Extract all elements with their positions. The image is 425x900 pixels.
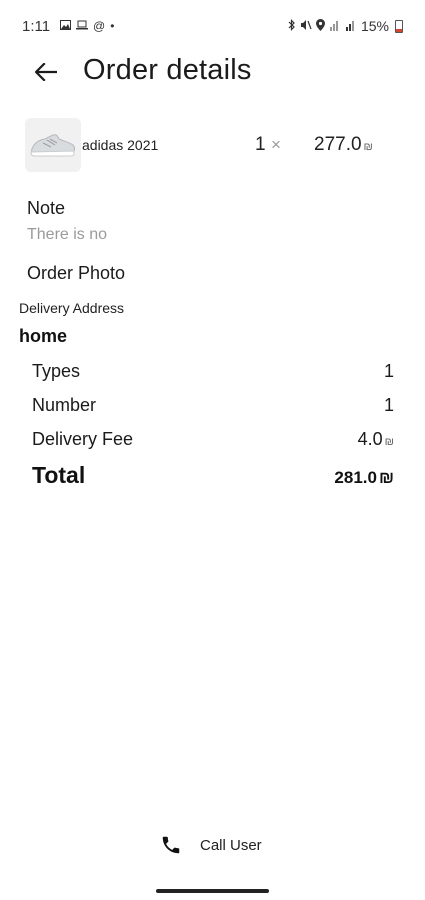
status-right: 15%: [288, 18, 403, 34]
shoe-icon: [30, 134, 75, 157]
status-left-icons: @ •: [60, 19, 114, 33]
number-row: Number 1: [32, 395, 394, 416]
total-label: Total: [32, 462, 86, 488]
call-user-label: Call User: [200, 836, 262, 854]
note-label: Note: [27, 198, 66, 218]
delivery-fee-label: Delivery Fee: [32, 429, 134, 449]
number-label: Number: [32, 395, 97, 415]
app-bar: Order details: [0, 52, 425, 92]
location-icon: [315, 18, 325, 34]
product-quantity: 1: [255, 134, 266, 155]
types-label: Types: [32, 361, 81, 381]
at-icon: @: [93, 19, 106, 33]
status-time: 1:11: [22, 18, 51, 35]
battery-icon: [395, 19, 403, 33]
signal-icon: [345, 19, 357, 34]
product-price-currency: ₪: [363, 141, 373, 153]
bluetooth-icon: [288, 18, 296, 34]
wifi-icon: [329, 19, 341, 34]
product-price-value: 277.0: [314, 134, 362, 155]
product-thumbnail: [25, 118, 81, 172]
total-row: Total 281.0 ₪: [32, 462, 394, 489]
delivery-fee-value: 4.0 ₪: [358, 429, 394, 450]
gallery-icon: [60, 19, 71, 33]
dot-icon: •: [110, 19, 115, 33]
call-user-button[interactable]: Call User: [160, 828, 262, 862]
battery-text: 15%: [360, 18, 389, 34]
home-indicator[interactable]: [156, 889, 269, 893]
back-button[interactable]: [30, 56, 62, 88]
types-value: 1: [383, 361, 394, 381]
number-value: 1: [383, 395, 394, 415]
note-value: There is no: [27, 226, 108, 243]
types-row: Types 1: [32, 361, 394, 382]
delivery-address-value: home: [19, 326, 68, 346]
status-bar: 1:11 @ • 15%: [0, 0, 425, 52]
phone-icon: [162, 836, 180, 854]
multiply-sign: ×: [271, 135, 281, 154]
order-photo-label: Order Photo: [27, 263, 126, 283]
mute-icon: [300, 19, 312, 34]
delivery-fee-row: Delivery Fee 4.0 ₪: [32, 429, 394, 450]
total-value: 281.0 ₪: [334, 468, 394, 488]
product-name: adidas 2021: [82, 137, 159, 153]
delivery-address-label: Delivery Address: [19, 300, 125, 316]
delivery-fee-amount: 4.0: [357, 429, 383, 449]
laptop-icon: [76, 19, 88, 33]
total-currency: ₪: [378, 468, 394, 487]
product-price: 277.0 ₪: [314, 134, 373, 156]
page-title: Order details: [83, 54, 252, 86]
total-amount: 281.0: [334, 468, 377, 487]
arrow-left-icon: [35, 63, 57, 81]
order-item-row[interactable]: adidas 2021 1 × 277.0 ₪: [25, 118, 400, 172]
delivery-fee-currency: ₪: [384, 436, 394, 448]
